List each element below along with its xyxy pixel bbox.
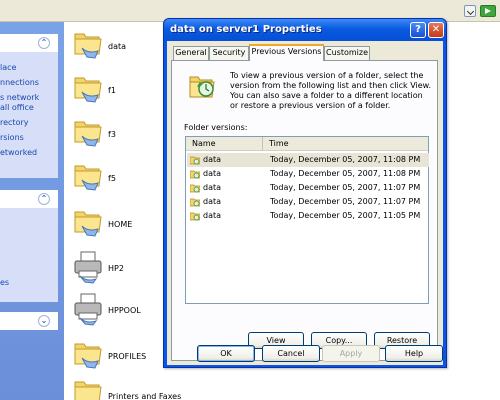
- previous-versions-pane: To view a previous version of a folder, …: [171, 60, 438, 361]
- column-header-time[interactable]: Time: [263, 137, 428, 151]
- folder-version-icon: [190, 212, 200, 221]
- properties-dialog: data on server1 Properties ? ✕ General S…: [163, 18, 447, 368]
- task-panel: es: [0, 208, 58, 302]
- task-link[interactable]: etworked: [0, 148, 58, 157]
- version-row[interactable]: data Today, December 05, 2007, 11:08 PM: [187, 153, 429, 167]
- folder-version-icon: [190, 184, 200, 193]
- tab-general[interactable]: General: [173, 46, 209, 60]
- shared-folder-icon: [74, 121, 102, 147]
- task-link[interactable]: rectory: [0, 118, 58, 127]
- file-item[interactable]: HPPOOL: [72, 290, 172, 334]
- task-panel-header: ⌃: [0, 34, 58, 52]
- version-time: Today, December 05, 2007, 11:08 PM: [270, 169, 421, 178]
- file-name: f3: [108, 130, 116, 139]
- file-name: HP2: [108, 264, 124, 273]
- tab-security[interactable]: Security: [209, 46, 249, 60]
- task-link[interactable]: all office: [0, 103, 58, 112]
- collapse-down-icon[interactable]: ⌄: [38, 315, 50, 327]
- file-item[interactable]: Printers and Faxes: [72, 374, 181, 400]
- file-name: f5: [108, 174, 116, 183]
- task-link[interactable]: nnections: [0, 78, 58, 87]
- shared-folder-icon: [74, 33, 102, 59]
- version-row[interactable]: data Today, December 05, 2007, 11:05 PM: [187, 209, 429, 223]
- printer-icon: [74, 251, 102, 284]
- printer-icon: [74, 293, 102, 326]
- task-link[interactable]: rsions: [0, 133, 58, 142]
- version-name: data: [203, 155, 222, 164]
- shared-folder-icon: [74, 165, 102, 191]
- printers-folder-icon: [74, 381, 102, 400]
- dialog-body: General Security Previous Versions Custo…: [167, 41, 443, 365]
- version-time: Today, December 05, 2007, 11:07 PM: [270, 183, 421, 192]
- version-time: Today, December 05, 2007, 11:05 PM: [270, 211, 421, 220]
- help-icon[interactable]: ?: [410, 22, 426, 38]
- folder-version-icon: [190, 198, 200, 207]
- chevron-down-icon[interactable]: [464, 5, 476, 17]
- column-header-name[interactable]: Name: [186, 137, 263, 151]
- file-name: Printers and Faxes: [108, 392, 182, 400]
- task-panel-header: ⌄: [0, 312, 58, 330]
- collapse-up-icon[interactable]: ⌃: [38, 37, 50, 49]
- version-time: Today, December 05, 2007, 11:08 PM: [270, 155, 421, 164]
- file-name: PROFILES: [108, 352, 147, 361]
- shared-folder-icon: [74, 343, 102, 369]
- collapse-up-icon[interactable]: ⌃: [38, 193, 50, 205]
- help-button[interactable]: Help: [385, 345, 443, 362]
- apply-button[interactable]: Apply: [322, 345, 380, 362]
- file-item[interactable]: HP2: [72, 248, 172, 292]
- file-list: data f1 f3 f5 HOME HP2 HPPOOL PROFILES P…: [64, 22, 181, 400]
- folder-version-icon: [190, 170, 200, 179]
- file-name: HOME: [108, 220, 133, 229]
- tab-customize[interactable]: Customize: [324, 46, 370, 60]
- version-name: data: [203, 183, 222, 192]
- version-name: data: [203, 197, 222, 206]
- previous-versions-icon: [189, 76, 215, 98]
- task-link[interactable]: es: [0, 278, 58, 287]
- instructions-text: To view a previous version of a folder, …: [230, 71, 432, 110]
- ok-button[interactable]: OK: [197, 345, 255, 362]
- task-panel-header: ⌃: [0, 190, 58, 208]
- folder-version-icon: [190, 156, 200, 165]
- file-item[interactable]: HOME: [72, 204, 172, 248]
- task-pane: ⌃ lace nnections s network all office re…: [0, 22, 64, 400]
- version-time: Today, December 05, 2007, 11:07 PM: [270, 197, 421, 206]
- dialog-title: data on server1 Properties: [170, 24, 322, 35]
- task-link[interactable]: lace: [0, 63, 58, 72]
- version-name: data: [203, 211, 222, 220]
- file-name: HPPOOL: [108, 306, 141, 315]
- version-row[interactable]: data Today, December 05, 2007, 11:08 PM: [187, 167, 429, 181]
- file-item[interactable]: f5: [72, 158, 172, 202]
- close-icon[interactable]: ✕: [428, 22, 444, 38]
- file-item[interactable]: f1: [72, 70, 172, 114]
- shared-folder-icon: [74, 77, 102, 103]
- version-row[interactable]: data Today, December 05, 2007, 11:07 PM: [187, 195, 429, 209]
- version-row[interactable]: data Today, December 05, 2007, 11:07 PM: [187, 181, 429, 195]
- file-name: f1: [108, 86, 116, 95]
- tab-previous-versions[interactable]: Previous Versions: [249, 44, 324, 61]
- version-name: data: [203, 169, 222, 178]
- task-panel: lace nnections s network all office rect…: [0, 52, 58, 178]
- dialog-titlebar[interactable]: data on server1 Properties ? ✕: [164, 19, 446, 41]
- folder-versions-label: Folder versions:: [184, 123, 248, 132]
- versions-list[interactable]: Name Time data Today, December 05, 2007,…: [185, 136, 429, 304]
- task-link[interactable]: s network: [0, 93, 58, 102]
- shared-folder-icon: [74, 211, 102, 237]
- cancel-button[interactable]: Cancel: [262, 345, 320, 362]
- go-arrow-icon[interactable]: [480, 5, 496, 17]
- file-item[interactable]: f3: [72, 114, 172, 158]
- file-item[interactable]: data: [72, 26, 172, 70]
- file-name: data: [108, 42, 127, 51]
